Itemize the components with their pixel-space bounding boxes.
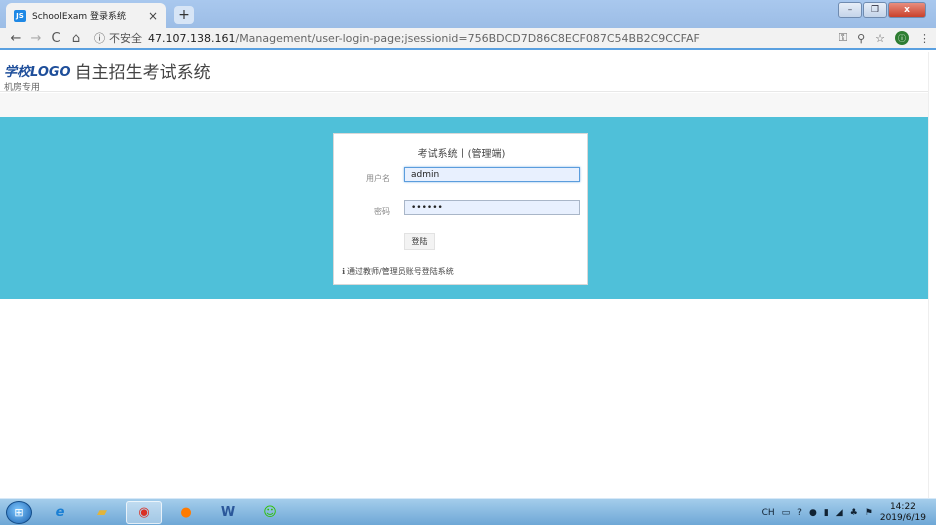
zoom-icon[interactable]: ⚲ — [857, 32, 865, 45]
network-icon[interactable]: ▮ — [824, 508, 829, 518]
taskbar-ie-icon[interactable]: e — [42, 501, 78, 524]
minimize-button[interactable]: – — [838, 2, 862, 18]
header-spacer — [0, 93, 936, 117]
flag-icon[interactable]: ⚑ — [865, 508, 873, 518]
username-input[interactable] — [404, 167, 580, 182]
tab-title: SchoolExam 登录系统 — [32, 12, 127, 22]
logo-mark: 学校LOGO — [4, 65, 71, 80]
window-close-button[interactable]: x — [888, 2, 926, 18]
taskbar-explorer-icon[interactable]: ▰ — [84, 501, 120, 524]
home-icon[interactable]: ⌂ — [66, 31, 86, 46]
login-title: 考试系统丨(管理端) — [417, 149, 506, 160]
address-bar[interactable]: ⓘ 不安全 47.107.138.161 /Management/user-lo… — [86, 28, 839, 48]
browser-tab[interactable]: JS SchoolExam 登录系统 × — [6, 3, 166, 28]
clock[interactable]: 14:22 2019/6/19 — [880, 502, 926, 524]
tab-close-icon[interactable]: × — [148, 9, 158, 23]
help-icon[interactable]: ? — [797, 508, 802, 518]
new-tab-button[interactable]: + — [174, 6, 194, 24]
browser-toolbar: ← → C ⌂ ⓘ 不安全 47.107.138.161 /Management… — [0, 28, 936, 50]
username-label: 用户名 — [366, 174, 390, 183]
page-header: 学校LOGO 自主招生考试系统 机房专用 — [0, 52, 936, 93]
profile-avatar-icon[interactable]: ⓘ — [895, 31, 909, 45]
url-path: /Management/user-login-page;jsessionid=7… — [235, 31, 700, 45]
login-button[interactable]: 登陆 — [404, 233, 435, 250]
clock-time: 14:22 — [889, 501, 916, 512]
language-indicator[interactable]: CH — [762, 508, 775, 518]
info-circle-icon: ℹ — [342, 267, 346, 276]
start-button[interactable]: ⊞ — [6, 501, 32, 524]
system-tray: CH ▭ ? ● ▮ ◢ ♣ ⚑ 14:22 2019/6/19 — [762, 499, 926, 525]
volume-icon[interactable]: ◢ — [836, 508, 843, 518]
taskbar-chrome-icon[interactable]: ◉ — [126, 501, 162, 524]
login-hint: ℹ 通过教师/管理员账号登陆系统 — [342, 266, 454, 277]
page-title: 自主招生考试系统 — [74, 63, 211, 83]
menu-icon[interactable]: ⋮ — [919, 32, 930, 45]
key-icon[interactable]: ⚿ — [839, 31, 847, 45]
keyboard-icon[interactable]: ▭ — [782, 508, 791, 518]
star-icon[interactable]: ☆ — [875, 32, 885, 45]
window-controls: – ❐ x — [838, 2, 926, 18]
login-card: 考试系统丨(管理端) 用户名 密码 登陆 ℹ 通过教师/管理员账号登陆系统 — [333, 133, 588, 285]
clock-date: 2019/6/19 — [879, 512, 926, 523]
browser-tab-strip: JS SchoolExam 登录系统 × + – ❐ x — [0, 0, 936, 28]
url-host: 47.107.138.161 — [148, 31, 236, 45]
qq-icon[interactable]: ♣ — [850, 508, 858, 518]
taskbar-wechat-icon[interactable]: ☺ — [252, 501, 288, 524]
taskbar-firefox-icon[interactable]: ● — [168, 501, 204, 524]
wechat-tray-icon[interactable]: ● — [809, 508, 817, 518]
password-label: 密码 — [374, 207, 390, 216]
favicon-icon: JS — [14, 9, 26, 22]
info-icon[interactable]: ⓘ — [94, 30, 105, 46]
back-icon[interactable]: ← — [6, 31, 26, 46]
reload-icon[interactable]: C — [46, 31, 66, 46]
login-hint-text: 通过教师/管理员账号登陆系统 — [347, 267, 454, 276]
password-input[interactable] — [404, 200, 580, 215]
security-label: 不安全 — [109, 32, 142, 45]
page-subtitle: 机房专用 — [4, 83, 41, 93]
maximize-button[interactable]: ❐ — [863, 2, 887, 18]
taskbar-word-icon[interactable]: W — [210, 501, 246, 524]
taskbar: ⊞ e ▰ ◉ ● W ☺ CH ▭ ? ● ▮ ◢ ♣ ⚑ 14:22 201… — [0, 498, 936, 525]
page-scrollbar[interactable] — [928, 52, 936, 498]
forward-icon[interactable]: → — [26, 31, 46, 46]
toolbar-right-icons: ⚿ ⚲ ☆ ⓘ ⋮ — [839, 31, 930, 45]
